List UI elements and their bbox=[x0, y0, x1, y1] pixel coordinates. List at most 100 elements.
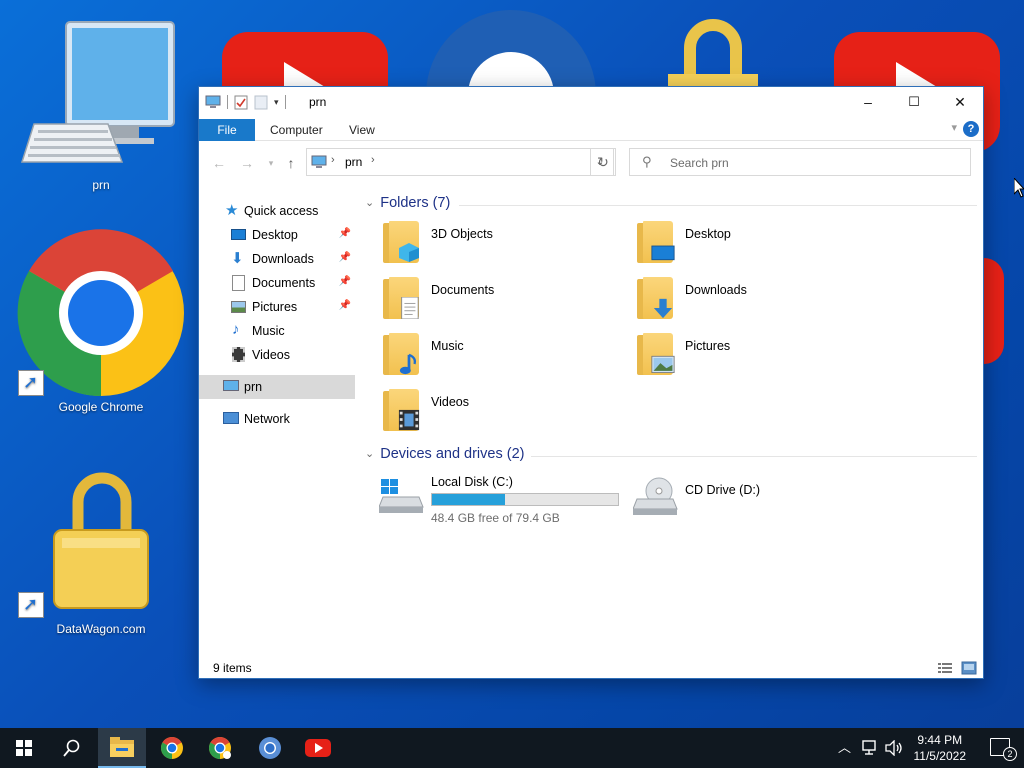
taskbar-youtube[interactable] bbox=[294, 728, 342, 768]
taskbar-chromium[interactable] bbox=[246, 728, 294, 768]
taskbar-search-button[interactable] bbox=[48, 728, 96, 768]
folders-group-header[interactable]: ⌄ Folders (7) bbox=[365, 195, 450, 211]
recent-locations-button[interactable]: ▾ bbox=[261, 153, 281, 173]
taskbar-file-explorer[interactable] bbox=[98, 728, 146, 768]
nav-label: Network bbox=[244, 412, 290, 426]
drive-name: Local Disk (C:) bbox=[431, 475, 513, 489]
pin-icon[interactable]: 📌 bbox=[339, 228, 351, 239]
desktop-icon-google-chrome[interactable]: Google Chrome bbox=[16, 228, 186, 418]
customize-toolbar-icon[interactable]: ▾ bbox=[274, 97, 279, 108]
volume-icon[interactable] bbox=[885, 740, 903, 756]
refresh-button[interactable]: ↻ bbox=[590, 148, 616, 176]
expand-ribbon-icon[interactable]: ▾ bbox=[951, 121, 957, 134]
tab-file[interactable]: File bbox=[199, 119, 255, 141]
nav-item-music[interactable]: ♪ Music bbox=[199, 319, 355, 343]
nav-label: Pictures bbox=[252, 300, 298, 314]
clock-time: 9:44 PM bbox=[917, 733, 963, 747]
start-button[interactable] bbox=[0, 728, 48, 768]
desktop: prn Google Chrome DataWagon.com bbox=[0, 0, 1024, 728]
toolbar-separator bbox=[227, 95, 228, 109]
nav-label: prn bbox=[244, 380, 263, 394]
folder-name: Music bbox=[431, 339, 464, 353]
desktop-icon-label: DataWagon.com bbox=[56, 622, 146, 636]
3d-objects-icon bbox=[383, 221, 419, 263]
folder-pictures[interactable]: Pictures bbox=[613, 333, 863, 385]
desktop-icon-prn[interactable]: prn bbox=[16, 18, 186, 198]
notification-center-button[interactable]: 2 bbox=[990, 738, 1017, 761]
nav-item-videos[interactable]: Videos bbox=[199, 343, 355, 367]
folder-name: 3D Objects bbox=[431, 227, 493, 241]
chromium-icon bbox=[259, 737, 281, 759]
nav-item-documents[interactable]: Documents 📌 bbox=[199, 271, 355, 295]
status-bar: 9 items bbox=[199, 657, 983, 679]
pin-icon[interactable]: 📌 bbox=[339, 252, 351, 263]
folder-desktop[interactable]: Desktop bbox=[613, 221, 863, 273]
documents-icon bbox=[232, 275, 245, 291]
chrome-beta-icon bbox=[209, 737, 231, 759]
nav-item-pictures[interactable]: Pictures 📌 bbox=[199, 295, 355, 319]
music-icon: ♪ bbox=[232, 321, 240, 338]
pin-icon[interactable]: 📌 bbox=[339, 276, 351, 287]
address-bar[interactable]: › prn › ⌄ bbox=[306, 148, 614, 176]
drive-free-space: 48.4 GB free of 79.4 GB bbox=[431, 511, 560, 525]
details-view-icon[interactable] bbox=[937, 661, 953, 675]
start-icon bbox=[16, 740, 32, 756]
maximize-button[interactable]: ☐ bbox=[891, 87, 937, 117]
mouse-cursor-icon bbox=[1014, 178, 1024, 198]
network-icon bbox=[223, 412, 239, 424]
tab-view[interactable]: View bbox=[335, 119, 389, 141]
up-button[interactable]: ↑ bbox=[281, 153, 301, 173]
desktop-icon-datawagon[interactable]: DataWagon.com bbox=[16, 456, 186, 646]
taskbar-chrome[interactable] bbox=[148, 728, 196, 768]
shortcut-arrow-icon bbox=[18, 592, 44, 618]
network-status-icon[interactable] bbox=[862, 740, 880, 756]
youtube-icon bbox=[305, 739, 331, 757]
collapse-chevron-icon[interactable]: ⌄ bbox=[365, 196, 374, 209]
collapse-chevron-icon[interactable]: ⌄ bbox=[365, 447, 374, 460]
breadcrumb-separator-icon[interactable]: › bbox=[331, 154, 335, 166]
minimize-button[interactable]: – bbox=[845, 87, 891, 117]
drive-usage-fill bbox=[432, 494, 505, 505]
group-label: Folders (7) bbox=[380, 195, 451, 211]
folder-documents[interactable]: Documents bbox=[359, 277, 609, 329]
show-hidden-icons-button[interactable]: ︿ bbox=[838, 728, 851, 768]
breadcrumb-separator-icon[interactable]: › bbox=[371, 154, 375, 166]
download-icon: ⬇ bbox=[231, 250, 244, 267]
nav-item-prn[interactable]: prn bbox=[199, 375, 355, 399]
desktop-icon bbox=[637, 221, 675, 263]
search-box[interactable]: ⚲ Search prn bbox=[629, 148, 971, 176]
drive-local-disk-c[interactable]: Local Disk (C:) 48.4 GB free of 79.4 GB bbox=[359, 473, 619, 527]
large-icons-view-icon[interactable] bbox=[961, 661, 977, 675]
close-button[interactable]: ✕ bbox=[937, 87, 983, 117]
help-icon[interactable]: ? bbox=[963, 121, 979, 137]
nav-item-network[interactable]: Network bbox=[199, 407, 355, 431]
breadcrumb-prn[interactable]: prn bbox=[345, 155, 362, 169]
group-divider bbox=[531, 456, 977, 457]
pin-icon[interactable]: 📌 bbox=[339, 300, 351, 311]
folder-downloads[interactable]: Downloads bbox=[613, 277, 863, 329]
forward-button[interactable]: → bbox=[237, 153, 257, 173]
background-lock-icon bbox=[668, 19, 758, 94]
folder-name: Videos bbox=[431, 395, 469, 409]
drive-cd-drive-d[interactable]: CD Drive (D:) bbox=[613, 473, 863, 527]
nav-label: Quick access bbox=[244, 204, 319, 218]
clock-date: 11/5/2022 bbox=[913, 749, 967, 763]
nav-item-desktop[interactable]: Desktop 📌 bbox=[199, 223, 355, 247]
nav-item-quick-access[interactable]: ★ Quick access bbox=[199, 199, 355, 223]
nav-label: Downloads bbox=[252, 252, 314, 266]
folder-3d-objects[interactable]: 3D Objects bbox=[359, 221, 609, 273]
properties-icon[interactable] bbox=[234, 94, 248, 110]
tab-computer[interactable]: Computer bbox=[256, 119, 337, 141]
group-label: Devices and drives (2) bbox=[380, 446, 525, 462]
chrome-icon bbox=[161, 737, 183, 759]
folder-music[interactable]: Music bbox=[359, 333, 609, 385]
new-folder-icon[interactable] bbox=[254, 94, 268, 110]
folder-videos[interactable]: Videos bbox=[359, 389, 609, 441]
nav-item-downloads[interactable]: ⬇ Downloads 📌 bbox=[199, 247, 355, 271]
title-bar[interactable]: ▾ prn – ☐ ✕ bbox=[199, 87, 983, 117]
taskbar-clock[interactable]: 9:44 PM 11/5/2022 bbox=[914, 732, 967, 764]
taskbar-chrome-beta[interactable] bbox=[196, 728, 244, 768]
documents-icon bbox=[383, 277, 419, 319]
back-button[interactable]: ← bbox=[209, 153, 229, 173]
drives-group-header[interactable]: ⌄ Devices and drives (2) bbox=[365, 446, 524, 462]
